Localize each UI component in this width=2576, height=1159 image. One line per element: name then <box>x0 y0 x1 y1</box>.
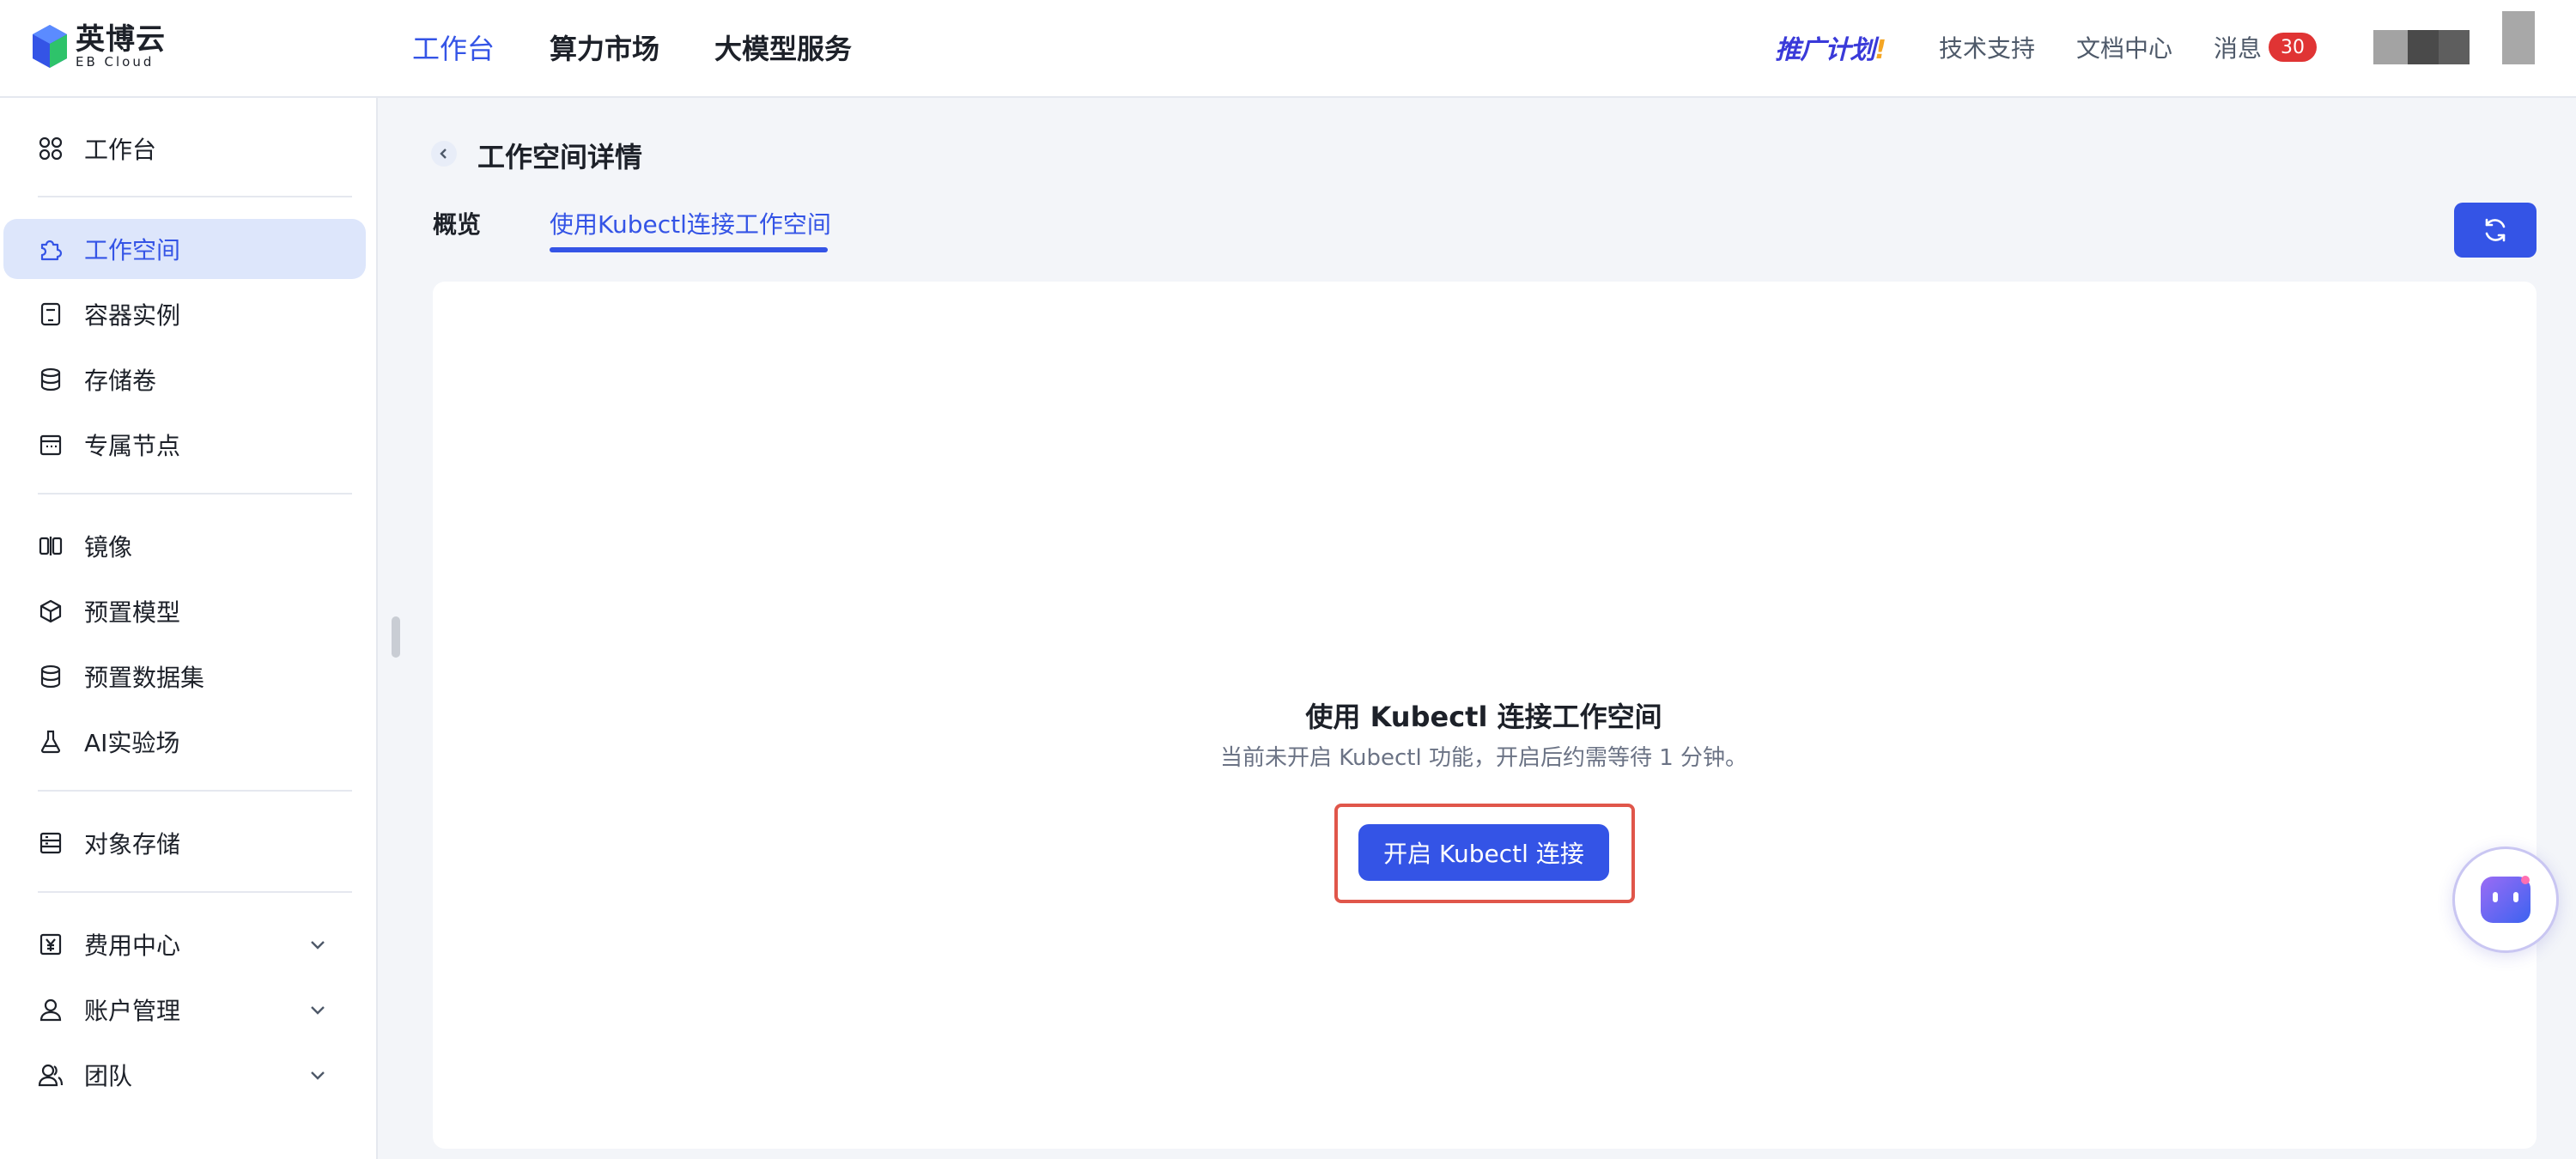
sidebar-item-label: 专属节点 <box>84 432 181 460</box>
divider <box>38 891 352 893</box>
container-icon <box>38 301 64 327</box>
enable-kubectl-button[interactable]: 开启 Kubectl 连接 <box>1358 824 1609 881</box>
sidebar-item-object-storage[interactable]: 对象存储 <box>3 813 366 873</box>
divider <box>38 196 352 197</box>
avatar[interactable] <box>2502 11 2535 64</box>
chevron-left-icon <box>440 149 447 159</box>
empty-state-title: 使用 Kubectl 连接工作空间 <box>1305 701 1662 733</box>
divider <box>38 790 352 792</box>
robot-icon <box>2481 876 2530 923</box>
sidebar-item-team[interactable]: 团队 <box>3 1045 366 1105</box>
empty-state-subtitle: 当前未开启 Kubectl 功能，开启后约需等待 1 分钟。 <box>1219 745 1748 771</box>
tab-overview[interactable]: 概览 <box>433 206 481 240</box>
back-button[interactable] <box>431 141 457 167</box>
sidebar-item-label: 镜像 <box>84 533 133 561</box>
sidebar-item-label: 团队 <box>84 1062 133 1090</box>
tab-kubectl-connect[interactable]: 使用Kubectl连接工作空间 <box>550 206 831 240</box>
sidebar-item-label: 预置模型 <box>84 598 181 627</box>
sidebar: 工作台 工作空间 容器实例 存储卷 专属节点 镜像 预置模型 预置数据集 AI实… <box>0 98 378 1159</box>
redacted-block <box>2408 30 2439 64</box>
sidebar-item-preset-models[interactable]: 预置模型 <box>3 581 366 641</box>
puzzle-icon <box>38 236 64 262</box>
refresh-button[interactable] <box>2454 203 2537 258</box>
brand-name: 英博云 <box>76 21 166 57</box>
promo-dot: ! <box>1874 35 1886 65</box>
sidebar-item-label: 容器实例 <box>84 301 181 330</box>
topnav-compute-market[interactable]: 算力市场 <box>550 27 659 67</box>
team-icon <box>38 1062 64 1088</box>
brand-logo[interactable]: 英博云 EB Cloud <box>31 21 166 72</box>
top-right-actions: 推广计划! 技术支持 文档中心 消息 30 <box>1775 0 2576 94</box>
promo-label: 推广计划 <box>1775 35 1875 65</box>
sidebar-item-label: 对象存储 <box>84 830 181 859</box>
sidebar-item-dedicated-nodes[interactable]: 专属节点 <box>3 415 366 475</box>
promo-link[interactable]: 推广计划! <box>1775 28 1886 66</box>
sidebar-item-billing[interactable]: 费用中心 <box>3 914 366 974</box>
support-link[interactable]: 技术支持 <box>1939 30 2035 64</box>
sidebar-item-container-instances[interactable]: 容器实例 <box>3 284 366 344</box>
storage-icon <box>38 830 64 856</box>
topnav-workbench[interactable]: 工作台 <box>412 27 495 67</box>
message-count-badge: 30 <box>2269 33 2317 62</box>
sidebar-item-label: 工作台 <box>84 136 157 164</box>
sidebar-item-volumes[interactable]: 存储卷 <box>3 349 366 410</box>
active-tab-indicator <box>550 247 828 252</box>
assistant-bot-button[interactable] <box>2452 846 2559 953</box>
sidebar-item-images[interactable]: 镜像 <box>3 516 366 576</box>
mirror-icon <box>38 533 64 559</box>
sidebar-item-label: 费用中心 <box>84 931 181 960</box>
grid-icon <box>38 136 64 161</box>
sidebar-item-label: 存储卷 <box>84 367 157 395</box>
brand-name-en: EB Cloud <box>76 53 155 70</box>
cube-icon <box>38 598 64 624</box>
user-name-redacted[interactable] <box>2373 30 2470 64</box>
chevron-down-icon <box>311 1071 325 1080</box>
sidebar-item-label: 工作空间 <box>84 236 181 264</box>
messages-button[interactable]: 消息 30 <box>2214 30 2317 64</box>
sidebar-item-workspace[interactable]: 工作空间 <box>3 219 366 279</box>
logo-icon <box>33 25 67 68</box>
calendar-icon <box>38 432 64 458</box>
divider <box>38 493 352 495</box>
sidebar-item-label: 预置数据集 <box>84 664 205 692</box>
topnav-llm-service[interactable]: 大模型服务 <box>714 27 852 67</box>
refresh-icon <box>2485 218 2506 242</box>
chevron-down-icon <box>311 1006 325 1015</box>
messages-label: 消息 <box>2213 34 2262 63</box>
page-title: 工作空间详情 <box>477 141 643 173</box>
sidebar-item-account[interactable]: 账户管理 <box>3 980 366 1040</box>
docs-link[interactable]: 文档中心 <box>2076 30 2172 64</box>
top-bar: 英博云 EB Cloud 工作台 算力市场 大模型服务 推广计划! 技术支持 文… <box>0 0 2576 98</box>
yen-icon <box>38 931 64 957</box>
top-nav: 工作台 算力市场 大模型服务 <box>412 0 907 94</box>
database-icon <box>38 367 64 392</box>
redacted-block <box>2439 30 2470 64</box>
chevron-down-icon <box>311 941 325 950</box>
database-icon <box>38 664 64 689</box>
sidebar-collapse-handle[interactable] <box>392 616 400 658</box>
user-icon <box>38 997 64 1022</box>
redacted-block <box>2373 30 2408 64</box>
sidebar-item-workbench[interactable]: 工作台 <box>3 118 366 179</box>
sidebar-item-label: 账户管理 <box>84 997 181 1025</box>
